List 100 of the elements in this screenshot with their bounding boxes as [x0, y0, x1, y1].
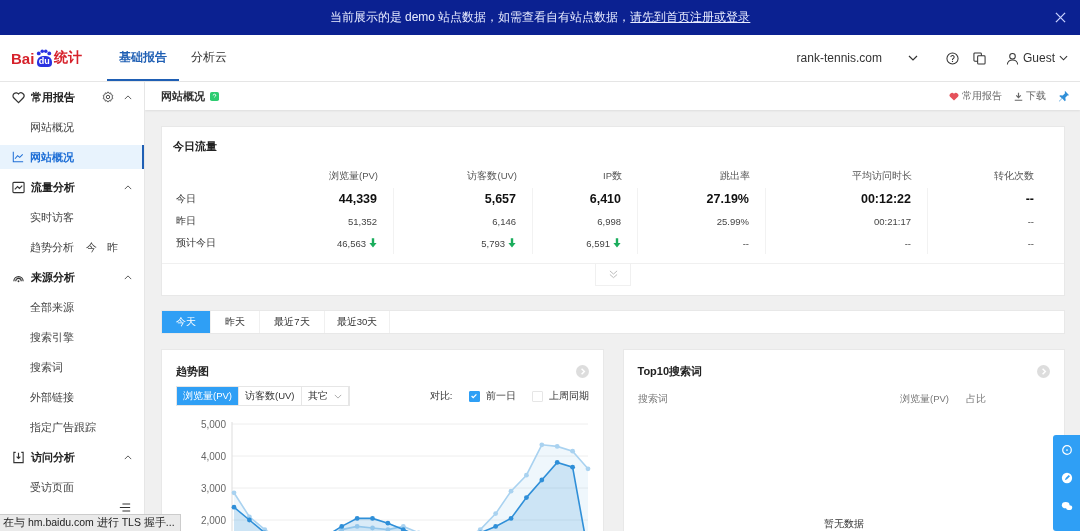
register-login-link[interactable]: 请先到首页注册或登录 [630, 10, 751, 24]
sidebar-group-header[interactable]: 流量分析 [0, 172, 144, 202]
caret-icon[interactable] [124, 454, 132, 460]
column-header: 浏览量(PV) [329, 169, 378, 183]
data-point [493, 524, 499, 529]
sidebar-item[interactable]: 网站概况 [0, 145, 144, 169]
y-tick-label: 4,000 [200, 450, 226, 462]
help-badge-icon[interactable] [210, 91, 219, 101]
period-tab[interactable]: 最近30天 [325, 311, 390, 333]
data-point [508, 488, 514, 494]
sidebar-group-header[interactable]: 访问分析 [0, 442, 144, 472]
sidebar-item[interactable]: 受访页面 [30, 479, 74, 495]
data-point [570, 464, 575, 470]
sidebar-item[interactable]: 趋势分析 [30, 239, 74, 255]
heart-icon [12, 90, 25, 104]
sidebar-item[interactable]: 网站概况 [30, 119, 74, 135]
data-point [231, 504, 237, 510]
checkbox[interactable] [468, 390, 480, 402]
chevron-down-icon [908, 55, 918, 61]
download-button[interactable]: 下载 [1014, 89, 1046, 103]
caret-icon[interactable] [124, 94, 132, 100]
checkbox-label: 前一日 [485, 389, 516, 403]
data-point [539, 477, 545, 483]
metric-tab[interactable]: 访客数(UV) [239, 387, 302, 405]
data-point [554, 460, 560, 465]
nav-tab[interactable]: 分析云 [179, 35, 239, 81]
table-cell: -- [1027, 215, 1034, 227]
sidebar-group-header[interactable]: 常用报告 [0, 82, 144, 112]
table-cell: -- [1025, 192, 1034, 206]
data-point [231, 490, 237, 496]
page-title: 网站概况 [161, 88, 205, 104]
sidebar-group-header[interactable]: 来源分析 [0, 262, 144, 292]
close-icon[interactable] [1055, 12, 1066, 23]
table-cell: 5,657 [484, 192, 516, 206]
column-header: 转化次数 [994, 169, 1034, 183]
data-point [554, 444, 560, 449]
sidebar-item[interactable]: 搜索词 [30, 359, 63, 375]
period-tab[interactable]: 最近7天 [260, 311, 325, 333]
sidebar-item[interactable]: 指定广告跟踪 [30, 419, 96, 435]
settings-icon[interactable] [102, 91, 114, 103]
data-point [570, 448, 575, 454]
y-tick-label: 5,000 [200, 418, 226, 430]
table-cell: 6,591 [586, 237, 610, 249]
line-chart-icon [12, 151, 24, 163]
table-cell: 25.99% [716, 215, 749, 227]
sidebar-item[interactable]: 实时访客 [30, 209, 74, 225]
column-header: IP数 [603, 169, 622, 183]
data-point [585, 466, 591, 472]
table-cell: -- [904, 237, 911, 249]
favorite-report-button[interactable]: 常用报告 [949, 89, 1002, 103]
table-cell: 46,563 [336, 237, 366, 249]
table-cell: -- [1027, 237, 1034, 249]
copy-icon[interactable] [973, 51, 986, 65]
sidebar-item[interactable]: 搜索引擎 [30, 329, 74, 345]
logo[interactable]: Bai du 统计 [11, 49, 94, 67]
user-icon [1006, 51, 1019, 65]
data-point [370, 516, 375, 521]
sidebar-item[interactable]: 外部链接 [30, 389, 74, 405]
table-cell: -- [742, 237, 749, 249]
wechat-icon[interactable] [1060, 500, 1073, 512]
sidebar-item[interactable]: 全部来源 [30, 299, 74, 315]
table-cell: 5,793 [481, 237, 505, 249]
column-header: 跳出率 [720, 169, 750, 183]
table-cell: 00:12:22 [860, 192, 911, 206]
y-tick-label: 3,000 [200, 482, 226, 494]
import-box-icon [12, 450, 25, 464]
day-link[interactable]: 昨 [107, 239, 118, 255]
data-point [524, 495, 529, 500]
edit-icon[interactable] [1060, 472, 1073, 484]
chart-box-icon [12, 180, 25, 194]
data-point [493, 511, 499, 516]
table-cell: 00:21:17 [874, 215, 911, 227]
data-point [524, 472, 529, 478]
day-link[interactable]: 今 [86, 239, 97, 255]
chat-icon[interactable] [1060, 444, 1073, 456]
column-header: 占比 [966, 393, 986, 406]
pin-icon[interactable] [1058, 90, 1070, 102]
row-label: 昨日 [176, 214, 196, 228]
row-label: 预计今日 [176, 236, 216, 250]
site-selector[interactable]: rank-tennis.com [796, 51, 918, 65]
checkmark-icon [470, 392, 478, 400]
caret-icon[interactable] [124, 184, 132, 190]
table-cell: 6,410 [589, 192, 621, 206]
column-header: 浏览量(PV) [900, 393, 949, 406]
chevron-down-icon [1059, 55, 1068, 61]
user-menu[interactable]: Guest [1006, 51, 1068, 65]
collapse-menu-icon[interactable] [119, 503, 131, 512]
empty-message: 暂无数据 [823, 518, 864, 531]
row-label: 今日 [176, 192, 196, 206]
help-icon[interactable] [946, 51, 959, 65]
card-title: 趋势图 [176, 364, 209, 379]
metric-tab[interactable]: 其它 [301, 387, 349, 405]
table-cell: 6,998 [597, 215, 621, 227]
download-icon [1014, 91, 1023, 101]
column-header: 搜索词 [637, 393, 669, 406]
data-point [539, 442, 545, 448]
checkbox-label: 上周同期 [548, 389, 589, 403]
caret-icon[interactable] [124, 274, 132, 280]
data-point [354, 524, 360, 529]
period-tab[interactable]: 昨天 [211, 311, 260, 333]
